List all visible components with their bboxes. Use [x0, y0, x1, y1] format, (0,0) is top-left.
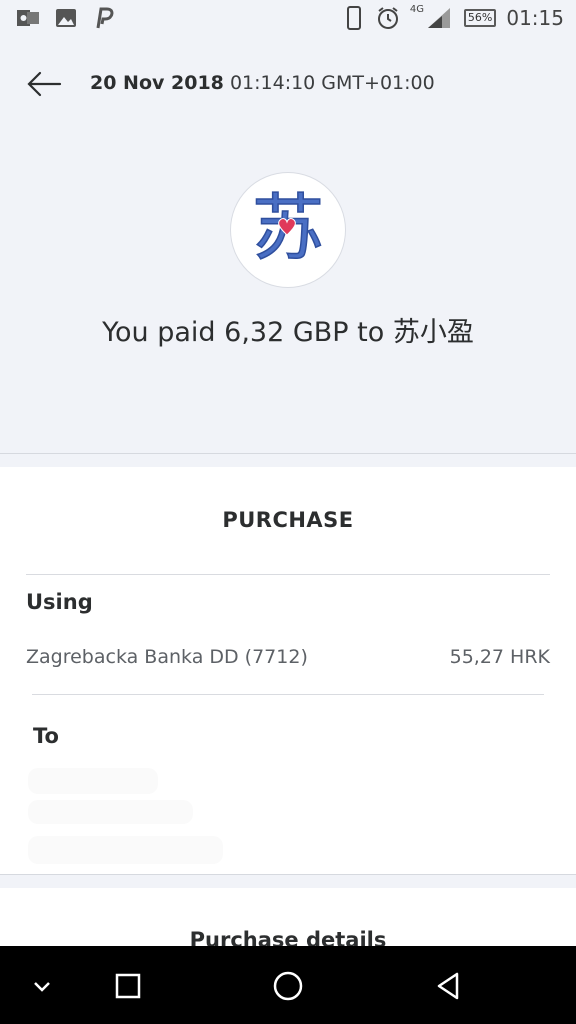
header-divider: [0, 453, 576, 454]
navigation-bar: [0, 946, 576, 1024]
using-label: Using: [26, 590, 93, 614]
status-bar-right: 4G 56% 01:15: [342, 4, 564, 30]
status-clock: 01:15: [506, 6, 564, 30]
paypal-icon: [92, 6, 116, 30]
signal-4g-icon: 4G: [409, 4, 454, 30]
nav-recents-button[interactable]: [108, 968, 148, 1004]
status-bar-left: [16, 6, 116, 30]
nav-back-button[interactable]: [428, 968, 468, 1004]
funding-amount: 55,27 HRK: [449, 646, 550, 668]
chevron-down-icon: [34, 982, 50, 992]
transaction-time: 01:14:10 GMT+01:00: [229, 72, 435, 94]
nav-home-button[interactable]: [268, 968, 308, 1004]
alarm-icon: [376, 6, 400, 30]
payee-avatar: 苏: [231, 173, 345, 287]
redacted-block: [28, 768, 158, 794]
transaction-date: 20 Nov 2018: [90, 72, 224, 94]
nav-dropdown-button[interactable]: [22, 968, 62, 1004]
phone-icon: [342, 6, 366, 30]
status-bar: 4G 56% 01:15: [0, 0, 576, 40]
to-label: To: [33, 724, 59, 748]
avatar-graphic: 苏: [251, 185, 325, 271]
purchase-divider: [26, 574, 550, 575]
payment-headline: You paid 6,32 GBP to 苏小盈: [102, 317, 474, 348]
transaction-datetime: 20 Nov 2018 01:14:10 GMT+01:00: [90, 72, 435, 94]
outlook-icon: [16, 6, 40, 30]
using-divider: [32, 694, 544, 695]
redacted-block: [28, 836, 223, 864]
redacted-block: [28, 800, 193, 824]
card-divider: [0, 874, 576, 875]
purchase-section-title: PURCHASE: [222, 508, 354, 532]
square-icon: [115, 973, 141, 999]
image-icon: [54, 6, 78, 30]
network-label: 4G: [409, 4, 425, 15]
battery-indicator: 56%: [463, 9, 497, 27]
arrow-left-icon: [27, 71, 62, 97]
circle-icon: [273, 971, 303, 1001]
back-button[interactable]: [24, 66, 64, 102]
funding-source: Zagrebacka Banka DD (7712): [26, 646, 308, 668]
triangle-back-icon: [437, 972, 459, 1000]
